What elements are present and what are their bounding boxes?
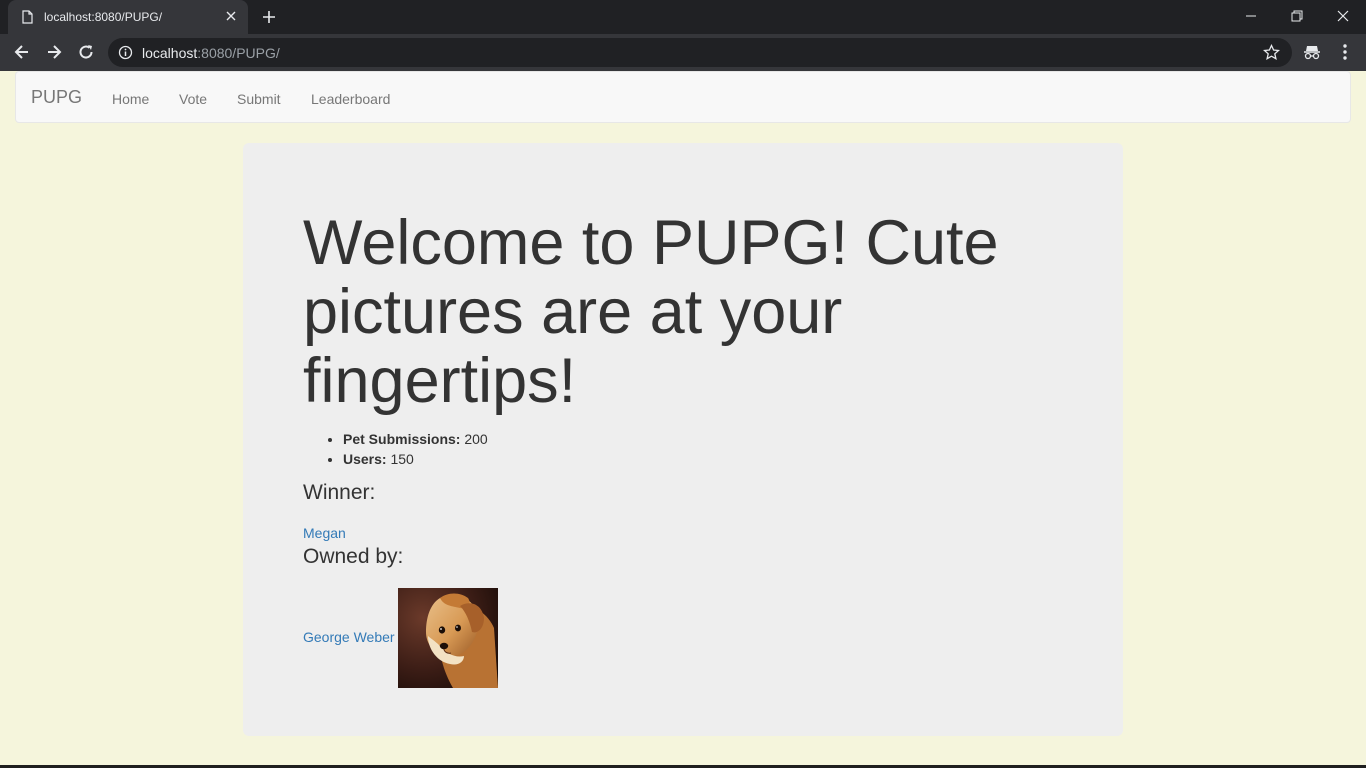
- stat-label: Pet Submissions:: [343, 431, 461, 447]
- star-icon[interactable]: [1263, 44, 1280, 61]
- stat-value: 150: [390, 451, 414, 467]
- page-title: Welcome to PUPG! Cute pictures are at yo…: [303, 208, 999, 416]
- incognito-icon[interactable]: [1302, 43, 1322, 61]
- stats-list: Pet Submissions: 200 Users: 150: [343, 429, 488, 469]
- minimize-icon[interactable]: [1241, 6, 1261, 26]
- close-icon[interactable]: [224, 9, 238, 23]
- winner-pet-link[interactable]: Megan: [303, 523, 346, 543]
- info-icon[interactable]: [118, 45, 133, 60]
- brand-link[interactable]: PUPG: [31, 87, 82, 107]
- tab-title: localhost:8080/PUPG/: [44, 10, 163, 24]
- nav-leaderboard-link[interactable]: Leaderboard: [311, 89, 390, 109]
- stat-users: Users: 150: [343, 449, 488, 469]
- forward-arrow-icon[interactable]: [44, 42, 64, 62]
- url-host: localhost: [142, 45, 198, 61]
- nav-submit-link[interactable]: Submit: [237, 89, 281, 109]
- stat-pet-submissions: Pet Submissions: 200: [343, 429, 488, 449]
- close-window-icon[interactable]: [1333, 6, 1353, 26]
- stat-label: Users:: [343, 451, 387, 467]
- winner-heading: Winner:: [303, 481, 376, 504]
- back-arrow-icon[interactable]: [12, 42, 32, 62]
- site-navbar: PUPG Home Vote Submit Leaderboard: [15, 71, 1351, 123]
- url-text: localhost:8080/PUPG/: [142, 45, 280, 61]
- jumbotron: Welcome to PUPG! Cute pictures are at yo…: [243, 143, 1123, 736]
- address-bar[interactable]: localhost:8080/PUPG/: [108, 38, 1292, 67]
- winner-pet-photo: [398, 588, 498, 688]
- browser-toolbar: localhost:8080/PUPG/: [0, 34, 1366, 71]
- owner-heading: Owned by:: [303, 545, 404, 568]
- url-path: :8080/PUPG/: [197, 45, 280, 61]
- stat-value: 200: [464, 431, 488, 447]
- page-icon: [22, 10, 33, 24]
- nav-home-link[interactable]: Home: [112, 89, 149, 109]
- owner-link[interactable]: George Weber: [303, 627, 395, 647]
- restore-icon[interactable]: [1287, 6, 1307, 26]
- nav-vote-link[interactable]: Vote: [179, 89, 207, 109]
- reload-icon[interactable]: [76, 42, 96, 62]
- browser-tab-bar: localhost:8080/PUPG/: [0, 0, 1366, 34]
- browser-tab[interactable]: localhost:8080/PUPG/: [8, 0, 248, 34]
- plus-icon[interactable]: [261, 9, 277, 25]
- kebab-menu-icon[interactable]: [1335, 42, 1355, 62]
